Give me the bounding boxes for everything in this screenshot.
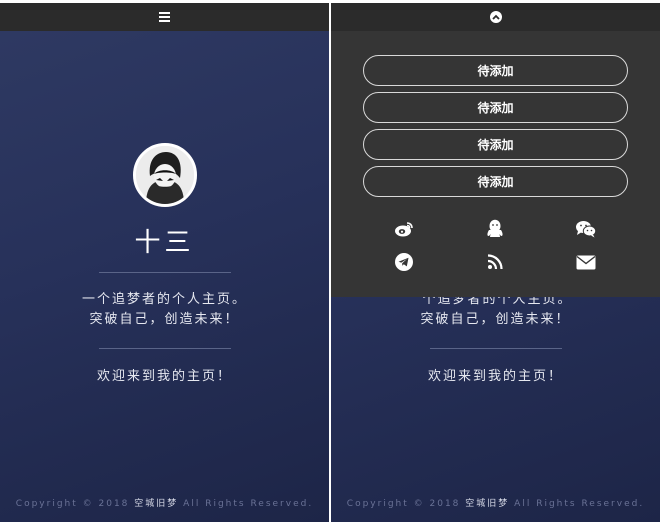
footer: Copyright © 2018 空城旧梦 All Rights Reserve…: [0, 496, 329, 509]
intro-line-1: 一个追梦者的个人主页。: [81, 292, 247, 307]
divider: [99, 272, 231, 273]
welcome-text: 欢迎来到我的主页！: [96, 369, 232, 384]
qq-icon[interactable]: [484, 218, 506, 240]
profile-name: 十三: [134, 228, 195, 258]
avatar[interactable]: [133, 143, 197, 207]
footer-copyright: Copyright © 2018: [346, 499, 461, 509]
wechat-icon[interactable]: [575, 218, 597, 240]
mail-icon[interactable]: [575, 251, 597, 273]
menu-button[interactable]: 待添加: [363, 129, 628, 160]
chevron-up-icon[interactable]: [489, 11, 502, 23]
top-bar: [331, 3, 660, 31]
homepage-closed-menu: 十三 一个追梦者的个人主页。 突破自己，创造未来！ 欢迎来到我的主页！ Copy…: [0, 3, 329, 522]
menu-button[interactable]: 待添加: [363, 55, 628, 86]
top-bar: [0, 3, 329, 31]
intro-line-2: 突破自己，创造未来！: [420, 312, 571, 327]
footer: Copyright © 2018 空城旧梦 All Rights Reserve…: [331, 496, 660, 509]
intro-line-2: 突破自己，创造未来！: [89, 312, 240, 327]
footer-copyright: Copyright © 2018: [15, 499, 130, 509]
telegram-icon[interactable]: [393, 251, 415, 273]
footer-rights: All Rights Reserved.: [514, 499, 645, 509]
divider: [99, 348, 231, 349]
footer-owner-link[interactable]: 空城旧梦: [134, 499, 178, 509]
dropdown-menu: 待添加 待添加 待添加 待添加: [331, 3, 660, 297]
menu-button[interactable]: 待添加: [363, 92, 628, 123]
menu-button[interactable]: 待添加: [363, 166, 628, 197]
divider: [430, 348, 562, 349]
footer-rights: All Rights Reserved.: [183, 499, 314, 509]
weibo-icon[interactable]: [393, 218, 415, 240]
homepage-open-menu: 个追梦者的个人主页。 突破自己，创造未来！ 欢迎来到我的主页！ Copyrigh…: [331, 3, 660, 522]
footer-owner-link[interactable]: 空城旧梦: [465, 499, 509, 509]
rss-icon[interactable]: [484, 251, 506, 273]
screenshot-stage: 十三 一个追梦者的个人主页。 突破自己，创造未来！ 欢迎来到我的主页！ Copy…: [0, 0, 660, 522]
welcome-text: 欢迎来到我的主页！: [427, 369, 563, 384]
menu-toggle-icon[interactable]: [159, 12, 170, 22]
